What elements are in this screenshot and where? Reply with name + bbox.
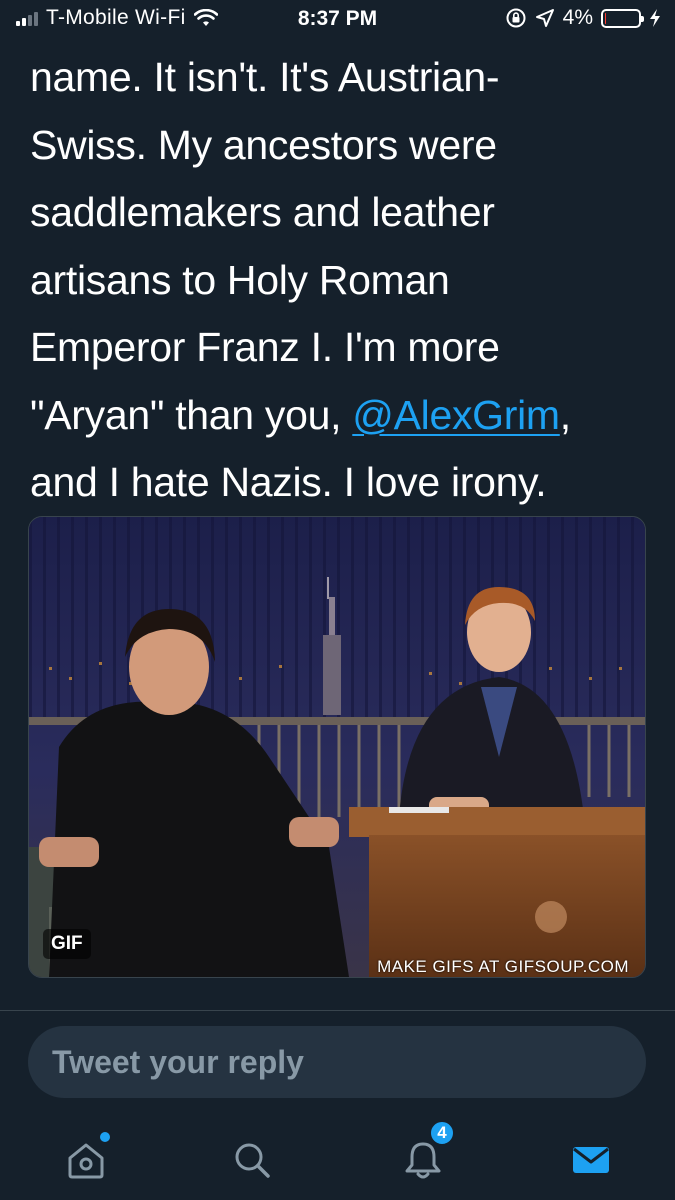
tab-search[interactable] xyxy=(222,1130,282,1190)
gif-watermark: MAKE GIFS AT GIFSOUP.COM xyxy=(377,957,629,976)
tweet-text-segment: , xyxy=(559,391,571,438)
battery-icon xyxy=(601,8,644,28)
battery-fill xyxy=(605,12,607,24)
home-new-dot xyxy=(100,1132,110,1142)
tweet-line: saddlemakers and leather xyxy=(30,189,495,235)
tab-bar: 4 xyxy=(0,1112,675,1200)
gif-frame-illustration xyxy=(29,517,645,977)
tab-messages[interactable] xyxy=(561,1130,621,1190)
gif-media[interactable]: GIF MAKE GIFS AT GIFSOUP.COM xyxy=(28,516,646,978)
tweet-line: Swiss. My ancestors were xyxy=(30,121,497,168)
notification-count-badge: 4 xyxy=(429,1120,455,1146)
location-arrow-icon xyxy=(535,9,554,27)
reply-input[interactable] xyxy=(52,1043,646,1081)
search-icon xyxy=(235,1143,270,1178)
tab-notifications[interactable]: 4 xyxy=(393,1120,455,1190)
mention-link[interactable]: @AlexGrim xyxy=(352,392,560,438)
gif-badge: GIF xyxy=(43,929,91,959)
tweet-text-segment: "Aryan" than you, xyxy=(30,391,353,438)
divider xyxy=(0,1010,675,1011)
messages-envelope-icon xyxy=(573,1147,609,1173)
charging-bolt-icon xyxy=(650,9,660,27)
status-right: 4% xyxy=(505,6,661,30)
battery-percent: 4% xyxy=(562,6,593,29)
tweet-line: Emperor Franz I. I'm more xyxy=(30,324,500,370)
reply-box[interactable] xyxy=(28,1026,646,1098)
tab-home[interactable] xyxy=(56,1130,116,1190)
orientation-lock-icon xyxy=(506,8,526,28)
tweet-body: name. It isn't. It's Austrian- Swiss. My… xyxy=(30,44,650,517)
tweet-line: name. It isn't. It's Austrian- xyxy=(30,54,500,100)
tweet-line: and I hate Nazis. I love irony. xyxy=(30,459,547,505)
tweet-line: artisans to Holy Roman xyxy=(30,256,450,303)
status-bar: T-Mobile Wi-Fi 8:37 PM 4% xyxy=(0,0,675,40)
home-icon xyxy=(68,1143,104,1179)
tweet-line-mention: "Aryan" than you, @AlexGrim, xyxy=(30,382,650,450)
